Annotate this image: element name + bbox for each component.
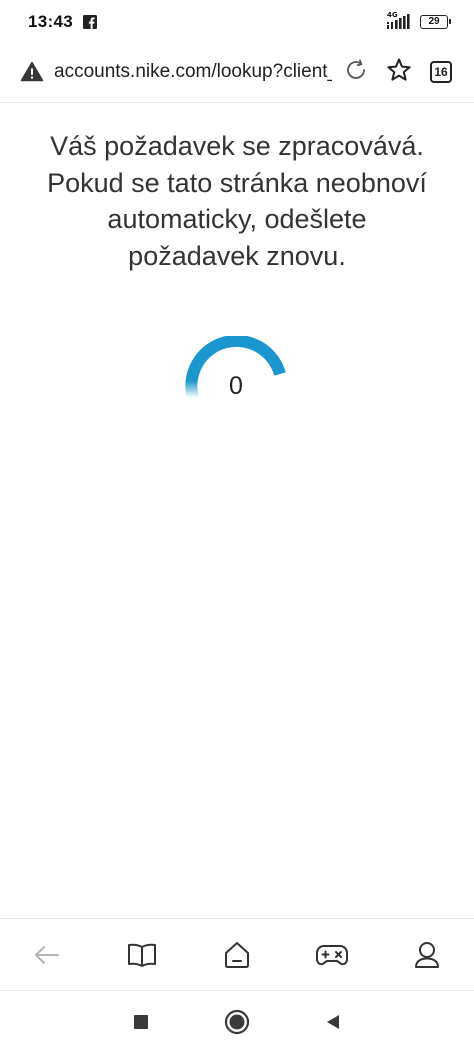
warning-icon[interactable]: [20, 60, 44, 84]
games-button[interactable]: [284, 922, 379, 988]
address-actions: 16: [344, 57, 452, 88]
star-icon[interactable]: [386, 57, 412, 88]
system-home-button[interactable]: [189, 993, 285, 1051]
loading-counter: 0: [229, 372, 243, 400]
processing-message: Váš požadavek se zpracovává. Pokud se ta…: [47, 131, 427, 271]
system-divider: [0, 990, 474, 991]
status-right: 4G 29: [386, 11, 451, 31]
status-left: 13:43: [28, 12, 97, 32]
recents-icon: [134, 1015, 148, 1029]
profile-icon: [414, 942, 439, 968]
games-icon: [315, 945, 348, 966]
system-back-button[interactable]: [285, 993, 381, 1051]
system-navigation: [0, 993, 474, 1051]
battery-level: 29: [428, 16, 440, 27]
bookmarks-icon: [128, 943, 157, 967]
back-button[interactable]: [0, 922, 95, 988]
signal-icon: 4G: [386, 11, 412, 31]
back-triangle-icon: [327, 1015, 339, 1029]
address-bar: accounts.nike.com/lookup?client_ 16: [0, 50, 474, 94]
url-field[interactable]: accounts.nike.com/lookup?client_: [54, 61, 332, 83]
browser-screen: 13:43 4G 29 accounts.nike.com/lookup?cli…: [0, 0, 474, 1053]
home-icon: [224, 942, 249, 968]
tabs-icon[interactable]: 16: [430, 61, 452, 83]
home-button[interactable]: [190, 922, 285, 988]
battery-icon: 29: [420, 15, 451, 29]
recents-button[interactable]: [93, 993, 189, 1051]
back-arrow-icon: [35, 946, 60, 964]
browser-toolbar: [0, 922, 474, 988]
bookmarks-button[interactable]: [95, 922, 190, 988]
reload-icon[interactable]: [344, 58, 368, 87]
address-divider: [0, 102, 474, 103]
bottom-divider: [0, 918, 474, 919]
facebook-icon: [82, 15, 97, 29]
clock: 13:43: [28, 12, 73, 31]
home-circle-icon: [224, 1009, 250, 1035]
profile-button[interactable]: [379, 922, 474, 988]
status-bar: 13:43 4G 29: [0, 0, 474, 44]
